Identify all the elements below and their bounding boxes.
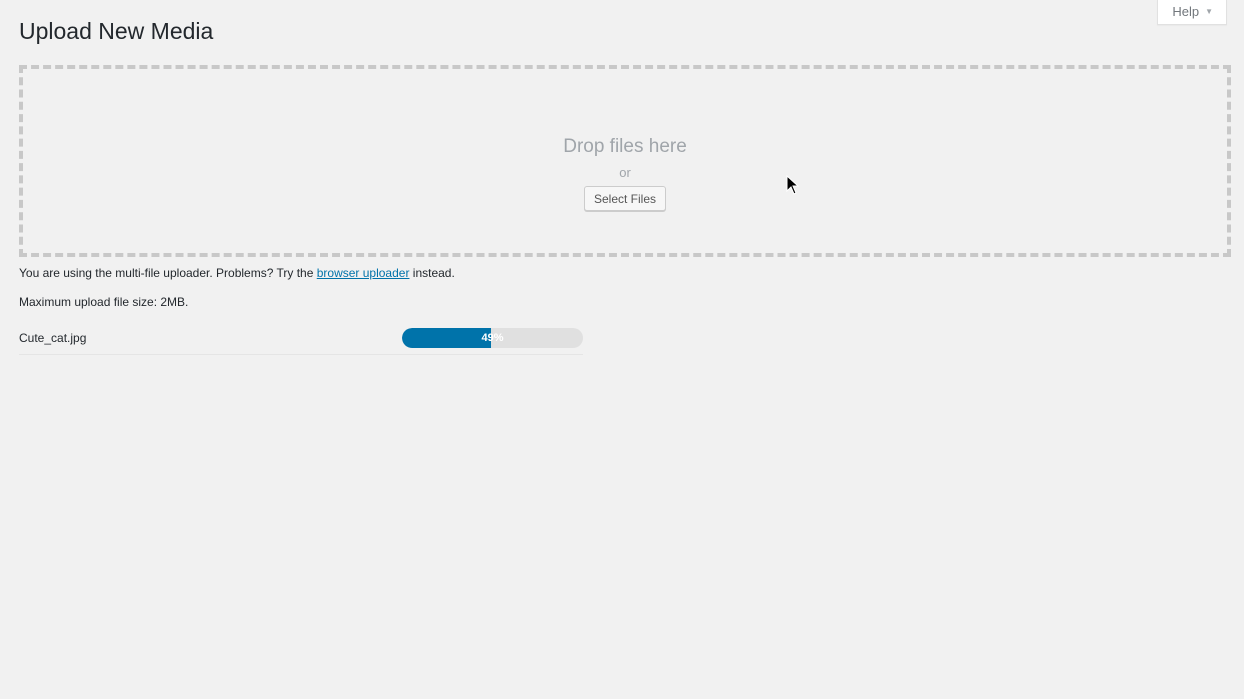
- select-files-button[interactable]: Select Files: [583, 186, 667, 211]
- upload-progress-percent: 49%: [481, 332, 504, 344]
- upload-progress-bar: 49%: [402, 328, 583, 348]
- drop-files-heading: Drop files here: [563, 136, 687, 157]
- max-upload-size-text: Maximum upload file size: 2MB.: [19, 295, 189, 309]
- multi-uploader-suffix: instead.: [409, 266, 455, 280]
- multi-uploader-notice: You are using the multi-file uploader. P…: [19, 266, 455, 280]
- upload-media-page: Help ▼ Upload New Media Drop files here …: [0, 0, 1244, 699]
- caret-down-icon: ▼: [1205, 7, 1213, 16]
- drop-or-text: or: [619, 165, 631, 180]
- upload-filename: Cute_cat.jpg: [19, 331, 87, 345]
- help-label: Help: [1172, 4, 1200, 19]
- help-tab-button[interactable]: Help ▼: [1157, 0, 1227, 25]
- multi-uploader-prefix: You are using the multi-file uploader. P…: [19, 266, 317, 280]
- file-drop-zone[interactable]: Drop files here or Select Files: [19, 65, 1231, 257]
- page-title: Upload New Media: [19, 18, 214, 44]
- upload-item-row: Cute_cat.jpg 49%: [19, 326, 583, 355]
- browser-uploader-link[interactable]: browser uploader: [317, 266, 410, 280]
- drop-zone-content: Drop files here or Select Files: [23, 135, 1227, 211]
- mouse-cursor-icon: [786, 175, 800, 195]
